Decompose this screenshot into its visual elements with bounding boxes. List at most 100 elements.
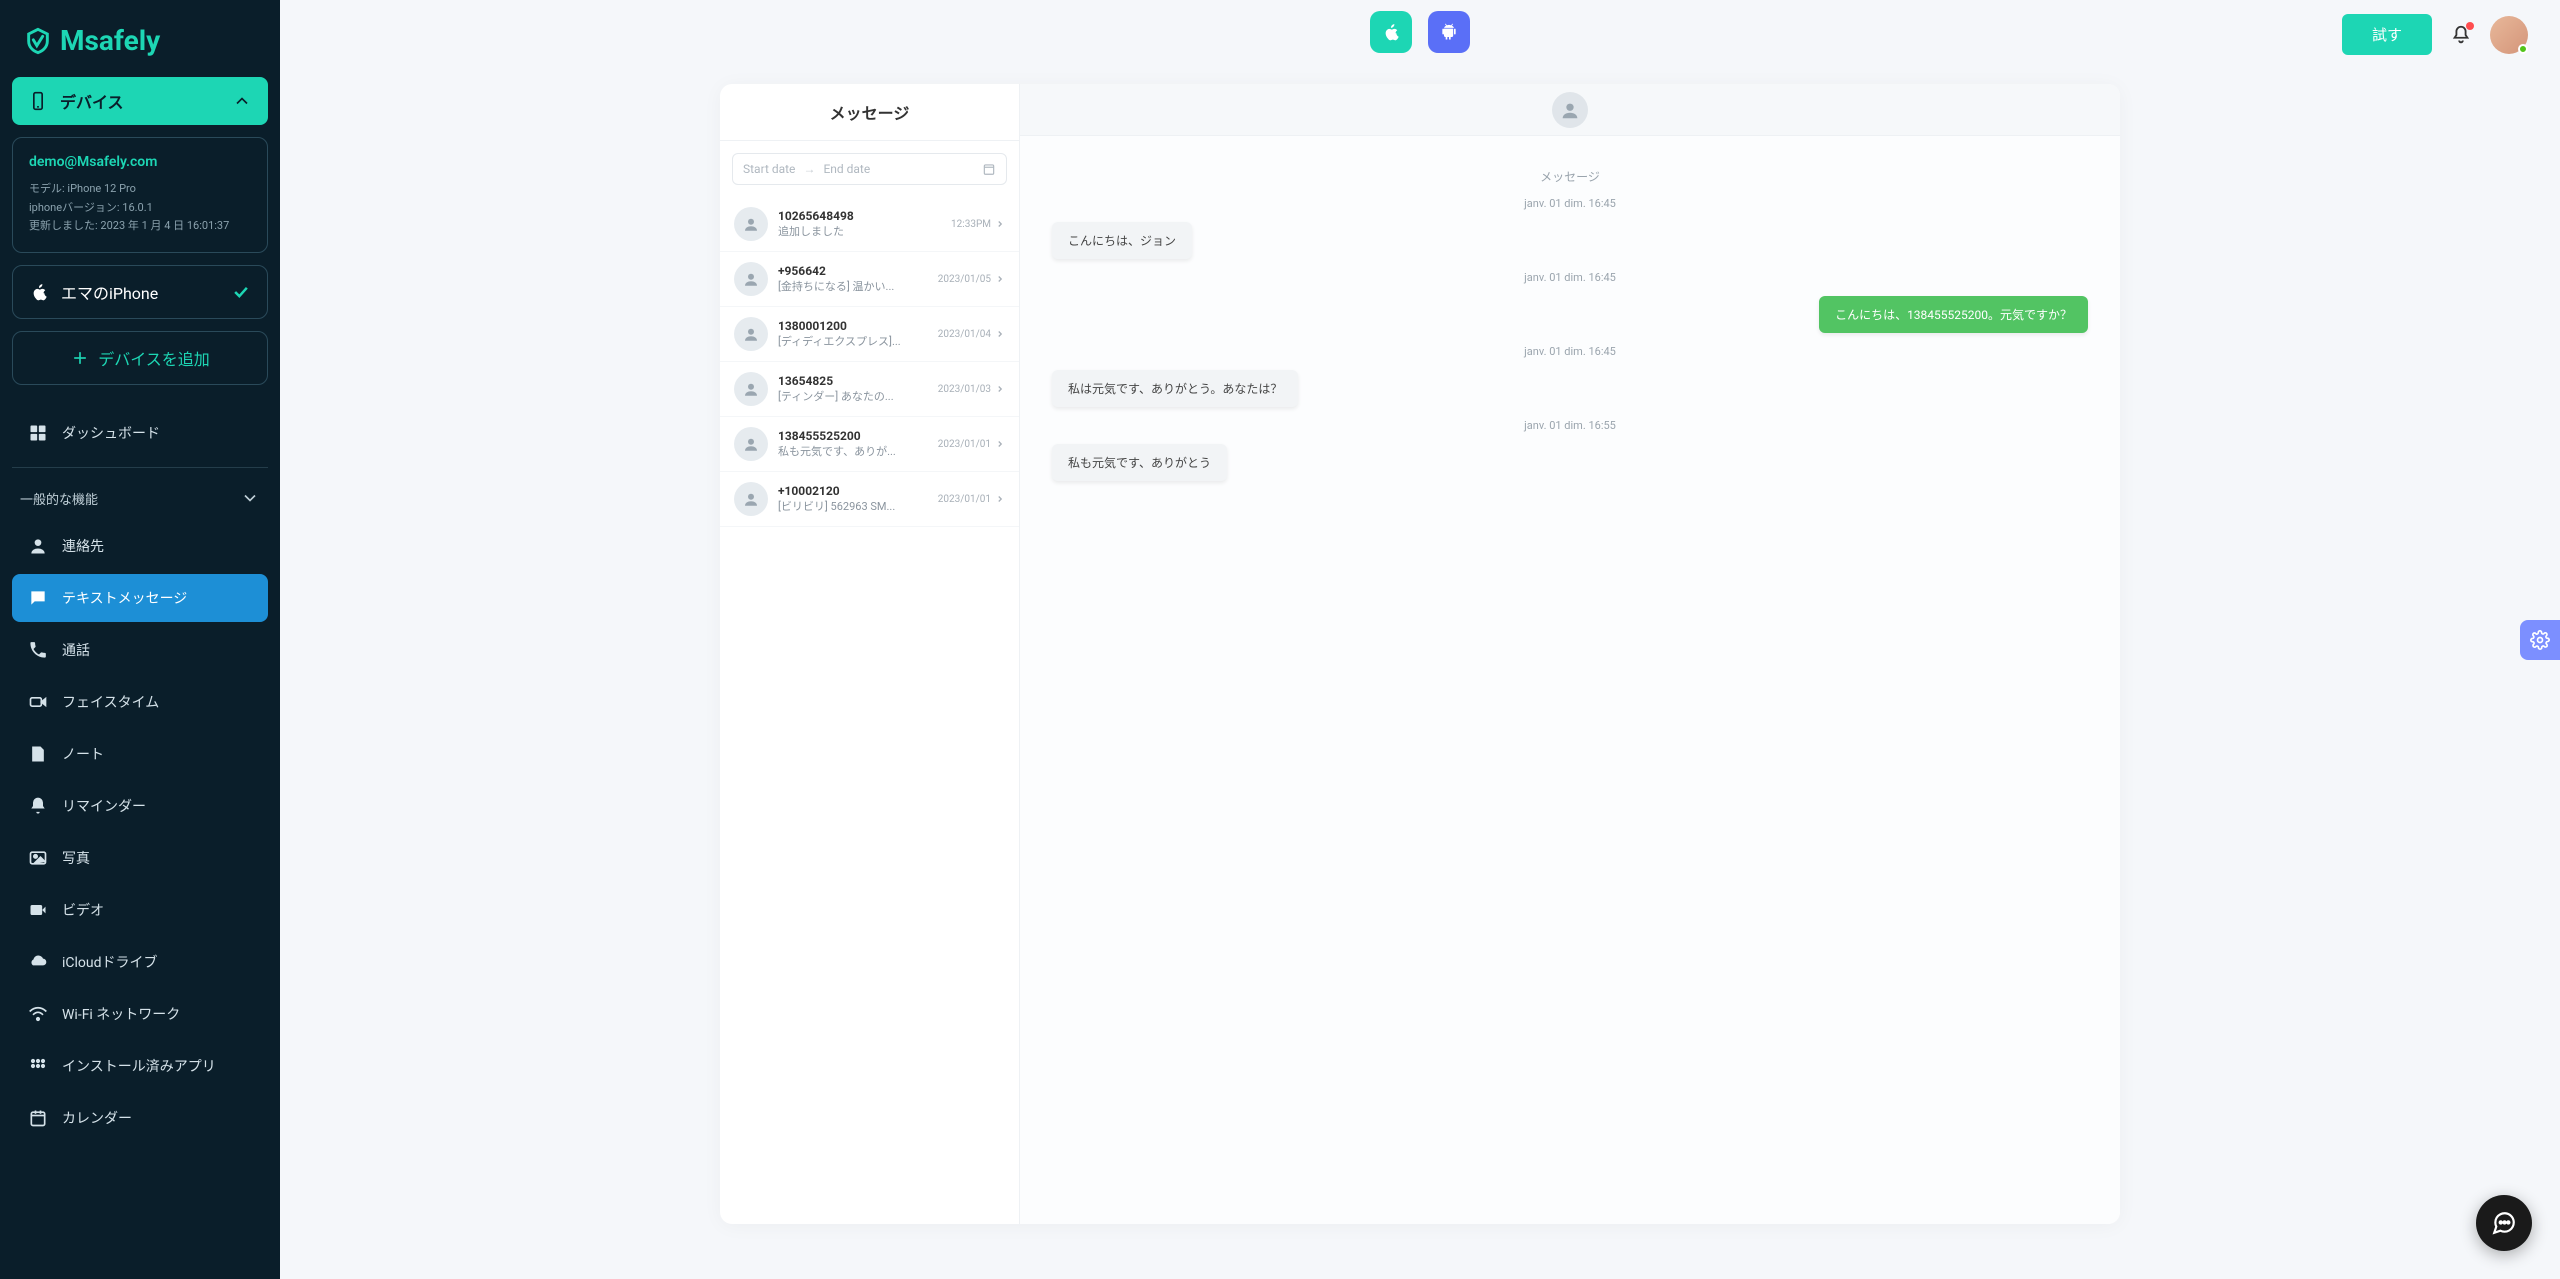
apple-icon [29, 282, 49, 302]
platform-android[interactable] [1428, 11, 1470, 53]
conversation-avatar [734, 427, 768, 461]
conversation-avatar [734, 482, 768, 516]
platform-switch [1370, 11, 1470, 53]
check-icon [231, 282, 251, 302]
conversation-item[interactable]: +10002120 [ビリビリ] 562963 SM... 2023/01/01 [720, 472, 1019, 527]
nav-dashboard[interactable]: ダッシュボード [12, 409, 268, 457]
person-icon [742, 435, 760, 453]
conversation-title: 10265648498 [778, 209, 941, 223]
facetime-icon [28, 692, 48, 712]
message-row: 私は元気です、ありがとう。あなたは？ [1052, 370, 2088, 407]
device-section-toggle[interactable]: デバイス [12, 77, 268, 125]
conversation-avatar [734, 317, 768, 351]
device-version: iphoneバージョン: 16.0.1 [29, 199, 251, 218]
gear-icon [2530, 630, 2550, 650]
messages-panel: メッセージ Start date → End date 10265648498 … [720, 84, 2120, 1224]
nav-notes[interactable]: ノート [12, 730, 268, 778]
nav-facetime[interactable]: フェイスタイム [12, 678, 268, 726]
settings-floating-button[interactable] [2520, 620, 2560, 660]
device-model: モデル: iPhone 12 Pro [29, 180, 251, 199]
nav-videos-label: ビデオ [62, 900, 104, 920]
nav-calls[interactable]: 通話 [12, 626, 268, 674]
nav-sms-label: テキストメッセージ [62, 588, 187, 608]
nav-calendar[interactable]: カレンダー [12, 1094, 268, 1142]
person-icon [742, 380, 760, 398]
date-end-placeholder: End date [823, 162, 870, 176]
select-device[interactable]: エマのiPhone [12, 265, 268, 319]
conversation-preview: 私も元気です、ありが... [778, 443, 928, 459]
dashboard-icon [28, 423, 48, 443]
message-incoming: 私は元気です、ありがとう。あなたは？ [1052, 370, 1298, 407]
chevron-right-icon [995, 384, 1005, 394]
nav-videos[interactable]: ビデオ [12, 886, 268, 934]
nav-dashboard-label: ダッシュボード [62, 423, 160, 443]
phone-icon [28, 640, 48, 660]
conversation-time: 2023/01/03 [938, 384, 991, 395]
nav-calls-label: 通話 [62, 640, 90, 660]
nav-contacts-label: 連絡先 [62, 536, 104, 556]
conversation-avatar [734, 262, 768, 296]
nav-sms[interactable]: テキストメッセージ [12, 574, 268, 622]
topbar [280, 0, 2560, 64]
message-incoming: こんにちは、ジョン [1052, 222, 1192, 259]
device-updated: 更新しました: 2023 年 1 月 4 日 16:01:37 [29, 217, 251, 236]
conversation-item[interactable]: +956642 [金持ちになる] 温かい... 2023/01/05 [720, 252, 1019, 307]
notifications-button[interactable] [2450, 24, 2472, 46]
user-icon [28, 536, 48, 556]
try-button[interactable]: 試す [2342, 14, 2432, 55]
cloud-icon [28, 952, 48, 972]
brand-name: Msafely [60, 24, 160, 57]
nav-reminders-label: リマインダー [62, 796, 146, 816]
plus-icon [70, 348, 90, 368]
conversation-time: 2023/01/01 [938, 494, 991, 505]
nav-wifi[interactable]: Wi-Fi ネットワーク [12, 990, 268, 1038]
chat-header-avatar[interactable] [1552, 92, 1588, 128]
add-device-button[interactable]: デバイスを追加 [12, 331, 268, 385]
conversation-preview: [ティンダー] あなたの... [778, 388, 928, 404]
wifi-icon [28, 1004, 48, 1024]
conversation-preview: [金持ちになる] 温かい... [778, 278, 928, 294]
calendar-icon [982, 162, 996, 176]
nav-photos[interactable]: 写真 [12, 834, 268, 882]
chevron-right-icon [995, 329, 1005, 339]
conversation-time: 12:33PM [951, 219, 991, 230]
nav-contacts[interactable]: 連絡先 [12, 522, 268, 570]
user-avatar[interactable] [2490, 16, 2528, 54]
conversation-item[interactable]: 13654825 [ティンダー] あなたの... 2023/01/03 [720, 362, 1019, 417]
device-email: demo@Msafely.com [29, 154, 251, 170]
message-row: 私も元気です、ありがとう [1052, 444, 2088, 481]
nav-icloud-label: iCloudドライブ [62, 952, 158, 972]
person-icon [742, 215, 760, 233]
chevron-right-icon [995, 219, 1005, 229]
sidebar: Msafely デバイス demo@Msafely.com モデル: iPhon… [0, 0, 280, 1279]
brand-logo[interactable]: Msafely [12, 16, 268, 77]
chat-timestamp: janv. 01 dim. 16:45 [1052, 197, 2088, 210]
nav-photos-label: 写真 [62, 848, 90, 868]
conversation-item[interactable]: 138455525200 私も元気です、ありが... 2023/01/01 [720, 417, 1019, 472]
support-chat-button[interactable] [2476, 1195, 2532, 1251]
chat-header [1020, 84, 2120, 136]
nav-icloud[interactable]: iCloudドライブ [12, 938, 268, 986]
chat-body: メッセージ janv. 01 dim. 16:45こんにちは、ジョンjanv. … [1020, 136, 2120, 1224]
conversation-item[interactable]: 1380001200 [ディディエクスプレス]... 2023/01/04 [720, 307, 1019, 362]
conversation-title: +10002120 [778, 484, 928, 498]
nav-facetime-label: フェイスタイム [62, 692, 159, 712]
android-icon [1439, 22, 1459, 42]
nav-apps[interactable]: インストール済みアプリ [12, 1042, 268, 1090]
conversation-time: 2023/01/05 [938, 274, 991, 285]
platform-ios[interactable] [1370, 11, 1412, 53]
device-section-label: デバイス [60, 89, 124, 113]
nav-reminders[interactable]: リマインダー [12, 782, 268, 830]
apps-icon [28, 1056, 48, 1076]
date-range-filter[interactable]: Start date → End date [732, 153, 1007, 185]
nav-wifi-label: Wi-Fi ネットワーク [62, 1004, 180, 1024]
chat-timestamp: janv. 01 dim. 16:45 [1052, 345, 2088, 358]
general-section-toggle[interactable]: 一般的な機能 [12, 474, 268, 522]
conversation-list: 10265648498 追加しました 12:33PM +956642 [金持ちに… [720, 197, 1019, 1224]
top-right: 試す [2342, 14, 2528, 55]
conversation-item[interactable]: 10265648498 追加しました 12:33PM [720, 197, 1019, 252]
conversation-title: +956642 [778, 264, 928, 278]
conversation-title: 13654825 [778, 374, 928, 388]
messages-title: メッセージ [720, 84, 1019, 141]
message-row: こんにちは、138455525200。元気ですか？ [1052, 296, 2088, 333]
